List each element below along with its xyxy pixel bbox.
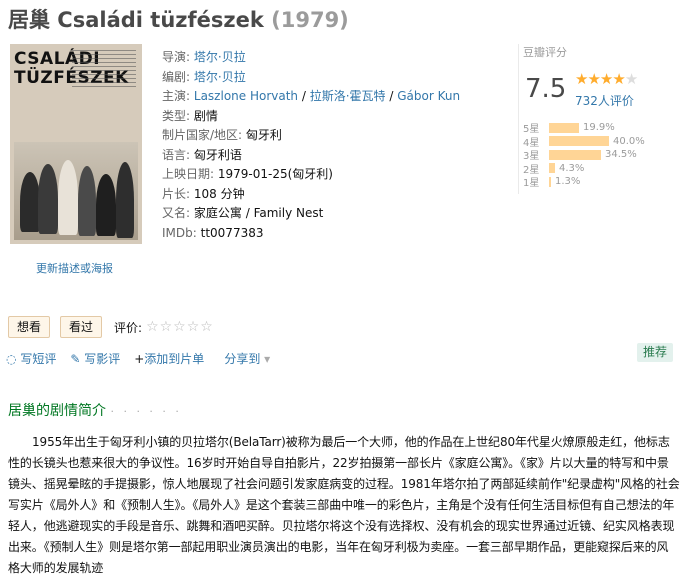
plus-icon: +	[134, 352, 145, 366]
synopsis-title: 居巢的剧情简介 · · · · · ·	[8, 400, 182, 420]
rating-bar-percent: 19.9%	[583, 122, 615, 134]
write-comment-link[interactable]: ◌ 写短评	[6, 350, 56, 367]
poster-credits-text	[72, 50, 136, 90]
rate-stars-input[interactable]: ☆☆☆☆☆	[146, 319, 214, 335]
comment-icon: ◌	[6, 352, 17, 366]
star-icon: ★	[612, 70, 625, 88]
star-icon: ★	[599, 70, 613, 88]
movie-year: (1979)	[271, 8, 349, 32]
rating-bar	[549, 136, 609, 147]
rating-bar-row: 1星 1.3%	[523, 175, 645, 189]
watched-button[interactable]: 看过	[60, 316, 103, 338]
rating-bar-percent: 1.3%	[555, 176, 581, 188]
language-label: 语言	[162, 147, 187, 162]
share-label: 分享到	[224, 352, 261, 366]
genre-label: 类型	[162, 108, 187, 123]
synopsis-dots: · · · · · ·	[110, 405, 182, 418]
poster-photo	[14, 142, 138, 240]
page-title: 居巢 Családi tüzfészek (1979)	[8, 4, 349, 34]
cast-link[interactable]: Laszlone Horvath	[194, 89, 298, 103]
rating-breakdown: 5星 19.9% 4星 40.0% 3星 34.5% 2星 4.3% 1星 1.3%	[523, 121, 645, 189]
runtime-value: 108 分钟	[193, 186, 245, 201]
write-review-label: 写影评	[84, 352, 121, 366]
cast-link[interactable]: 拉斯洛·霍瓦特	[310, 89, 386, 103]
writer-link[interactable]: 塔尔·贝拉	[194, 70, 246, 84]
action-links: ◌ 写短评 ✎ 写影评 +添加到片单 分享到 ▾	[6, 350, 270, 367]
rating-bar-row: 3星 34.5%	[523, 148, 645, 162]
rating-bar-label: 1星	[523, 178, 540, 190]
writer-label: 编剧	[162, 69, 187, 84]
write-comment-label: 写短评	[20, 352, 57, 366]
imdb-value: tt0077383	[200, 225, 264, 240]
rating-header: 豆瓣评分	[523, 46, 567, 59]
rating-bar	[549, 149, 601, 160]
update-poster-link[interactable]: 更新描述或海报	[36, 260, 113, 276]
rating-bar-percent: 4.3%	[559, 162, 585, 174]
director-link[interactable]: 塔尔·贝拉	[194, 50, 246, 64]
release-value: 1979-01-25(匈牙利)	[217, 167, 333, 181]
want-button[interactable]: 想看	[8, 316, 51, 338]
write-review-link[interactable]: ✎ 写影评	[70, 350, 120, 367]
rating-votes[interactable]: 732人评价	[575, 92, 634, 109]
cast-label: 主演	[162, 89, 187, 103]
rating-bar	[549, 176, 551, 187]
language-value: 匈牙利语	[193, 147, 242, 162]
rating-bar	[549, 122, 579, 133]
action-bar: 想看 看过 评价: ☆☆☆☆☆	[8, 316, 214, 338]
synopsis-text: 1955年出生于匈牙利小镇的贝拉塔尔(BelaTarr)被称为最后一个大师，他的…	[8, 435, 680, 575]
star-icon: ★	[587, 70, 600, 88]
rate-label: 评价:	[114, 320, 143, 335]
rating-bar-percent: 40.0%	[613, 135, 645, 147]
imdb-label: IMDb	[162, 225, 193, 240]
chevron-down-icon: ▾	[264, 352, 271, 366]
star-icon: ★	[575, 70, 588, 88]
country-value: 匈牙利	[245, 128, 282, 142]
add-to-list-link[interactable]: +添加到片单	[134, 350, 204, 367]
rating-bar	[549, 163, 555, 174]
movie-info: 导演: 塔尔·贝拉 编剧: 塔尔·贝拉 主演: Laszlone Horvath…	[162, 50, 461, 240]
rating-bar-row: 4星 40.0%	[523, 135, 645, 149]
release-label: 上映日期	[162, 167, 211, 181]
country-label: 制片国家/地区	[162, 128, 239, 142]
recommend-button[interactable]: 推荐	[637, 343, 674, 362]
rating-stars: ★★★★★	[575, 70, 638, 88]
share-dropdown[interactable]: 分享到 ▾	[224, 350, 270, 367]
pencil-icon: ✎	[70, 352, 81, 366]
synopsis-title-text: 居巢的剧情简介	[8, 403, 106, 419]
rating-score: 7.5	[525, 74, 567, 104]
rating-bar-row: 2星 4.3%	[523, 162, 645, 176]
rating-bar-row: 5星 19.9%	[523, 121, 645, 135]
rating-panel: 豆瓣评分 7.5 ★★★★★ 732人评价 5星 19.9% 4星 40.0% 3星 34…	[518, 44, 673, 194]
star-empty-icon: ★	[624, 70, 638, 88]
cast-link[interactable]: Gábor Kun	[397, 89, 460, 103]
runtime-label: 片长	[162, 186, 187, 201]
rating-bar-percent: 34.5%	[605, 149, 637, 161]
poster-image[interactable]: CSALÁDI TÜZFÉSZEK	[10, 44, 142, 244]
movie-title: 居巢 Családi tüzfészek	[8, 8, 264, 32]
genre-value: 剧情	[193, 108, 218, 123]
aka-label: 又名	[162, 206, 187, 220]
add-to-list-label: 添加到片单	[144, 352, 205, 366]
director-label: 导演	[162, 50, 187, 64]
aka-value: 家庭公寓 / Family Nest	[193, 206, 324, 220]
